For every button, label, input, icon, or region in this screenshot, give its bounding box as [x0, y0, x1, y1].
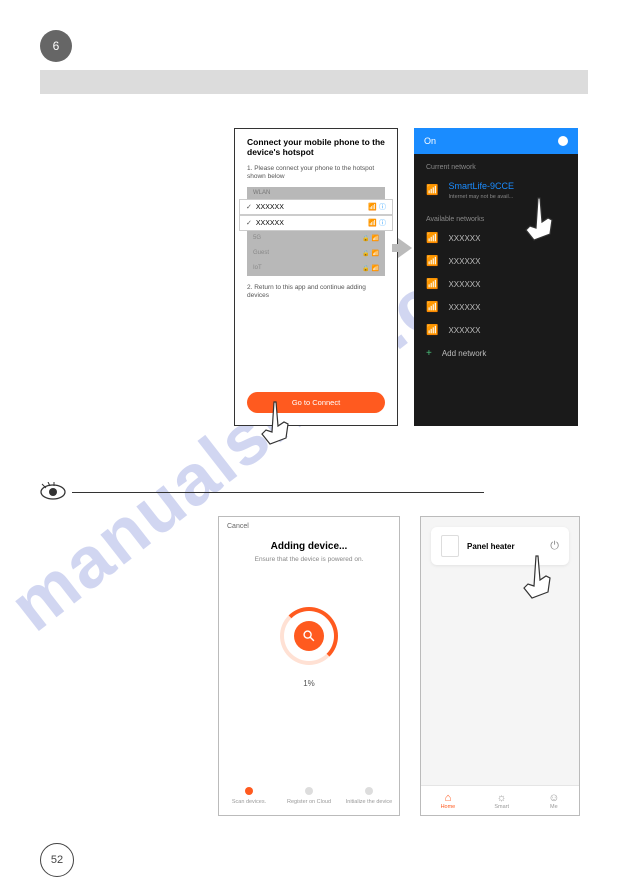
wifi-icon: 📶 — [426, 302, 438, 313]
progress-step-1: Scan devices. — [224, 787, 274, 805]
current-network-sub: Internet may not be avail... — [448, 194, 513, 200]
wifi-on-label: On — [424, 136, 436, 146]
wifi-dim-row: Guest🔒 📶 — [247, 246, 385, 261]
adding-device-screen: Cancel Adding device... Ensure that the … — [218, 516, 400, 816]
available-network-row[interactable]: 📶XXXXXX — [414, 296, 578, 319]
lock-icon: 🔒 📶 — [362, 265, 379, 272]
available-networks-label: Available networks — [414, 206, 578, 227]
tab-home[interactable]: ⌂ Home — [441, 792, 456, 810]
device-icon — [441, 535, 459, 557]
page-number-top: 6 — [40, 30, 72, 62]
wifi-icon: 📶 — [426, 233, 438, 244]
smart-icon: ☼ — [494, 792, 509, 804]
progress-percent: 1% — [219, 679, 399, 688]
home-screen: Panel heater ⏻ ⌂ Home ☼ Smart ☺ Me — [420, 516, 580, 816]
section-divider — [72, 492, 484, 493]
plus-icon: + — [426, 348, 432, 359]
wifi-icon: 📶 — [426, 279, 438, 290]
wifi-row-2[interactable]: ✓ XXXXXX 📶 ⓘ — [239, 215, 393, 231]
available-network-row[interactable]: 📶XXXXXX — [414, 273, 578, 296]
available-network-row[interactable]: 📶XXXXXX — [414, 227, 578, 250]
wifi-signal-icon: 📶 ⓘ — [368, 218, 386, 228]
hotspot-step1: 1. Please connect your phone to the hots… — [235, 161, 397, 183]
wifi-dim-row: IoT🔒 📶 — [247, 261, 385, 276]
wifi-icon: 📶 — [426, 256, 438, 267]
eye-icon — [40, 482, 66, 501]
hotspot-title: Connect your mobile phone to the device'… — [235, 129, 397, 161]
available-network-row[interactable]: 📶XXXXXX — [414, 250, 578, 273]
device-name: Panel heater — [467, 542, 550, 551]
wifi-row-label: XXXXXX — [256, 220, 284, 227]
adding-device-subtitle: Ensure that the device is powered on. — [219, 552, 399, 563]
tab-me[interactable]: ☺ Me — [548, 792, 559, 810]
cancel-button[interactable]: Cancel — [227, 523, 249, 530]
home-icon: ⌂ — [441, 792, 456, 804]
wifi-row-1[interactable]: ✓ XXXXXX 📶 ⓘ — [239, 199, 393, 215]
wifi-dim-row: 5G🔒 📶 — [247, 231, 385, 246]
wifi-icon: 📶 — [426, 325, 438, 336]
search-icon — [294, 621, 324, 651]
go-to-connect-button[interactable]: Go to Connect — [247, 392, 385, 413]
wifi-row-label: XXXXXX — [256, 204, 284, 211]
power-icon[interactable]: ⏻ — [550, 540, 559, 553]
add-network-row[interactable]: +Add network — [414, 342, 578, 365]
bottom-tabs: ⌂ Home ☼ Smart ☺ Me — [421, 785, 579, 815]
available-network-row[interactable]: 📶XXXXXX — [414, 319, 578, 342]
current-network-label: Current network — [414, 154, 578, 175]
wifi-on-bar[interactable]: On — [414, 128, 578, 154]
check-icon: ✓ — [246, 220, 252, 227]
device-card[interactable]: Panel heater ⏻ — [431, 527, 569, 565]
check-icon: ✓ — [246, 204, 252, 211]
lock-icon: 🔒 📶 — [362, 250, 379, 257]
progress-step-2: Register on Cloud — [284, 787, 334, 805]
wlan-label: WLAN — [247, 187, 385, 199]
current-network-name: SmartLife-9CCE — [448, 181, 514, 191]
lock-icon: 🔒 📶 — [362, 235, 379, 242]
hotspot-step2: 2. Return to this app and continue addin… — [235, 280, 397, 302]
progress-spinner — [280, 607, 338, 665]
wifi-settings-screen: On Current network 📶 SmartLife-9CCE Inte… — [414, 128, 578, 426]
progress-step-3: Initialize the device — [344, 787, 394, 805]
page-number-bottom: 52 — [40, 843, 74, 877]
tab-smart[interactable]: ☼ Smart — [494, 792, 509, 810]
user-icon: ☺ — [548, 792, 559, 804]
hotspot-instruction-screen: Connect your mobile phone to the device'… — [234, 128, 398, 426]
progress-steps: Scan devices. Register on Cloud Initiali… — [219, 787, 399, 805]
arrow-icon — [398, 238, 412, 258]
header-bar — [40, 70, 588, 94]
wifi-icon: 📶 — [426, 185, 438, 196]
current-network-row[interactable]: 📶 SmartLife-9CCE Internet may not be ava… — [414, 175, 578, 206]
wifi-signal-icon: 📶 ⓘ — [368, 202, 386, 212]
wifi-list-mock: WLAN ✓ XXXXXX 📶 ⓘ ✓ XXXXXX 📶 ⓘ 5G🔒 📶 Guest… — [247, 187, 385, 276]
wifi-toggle-icon[interactable] — [558, 136, 568, 146]
